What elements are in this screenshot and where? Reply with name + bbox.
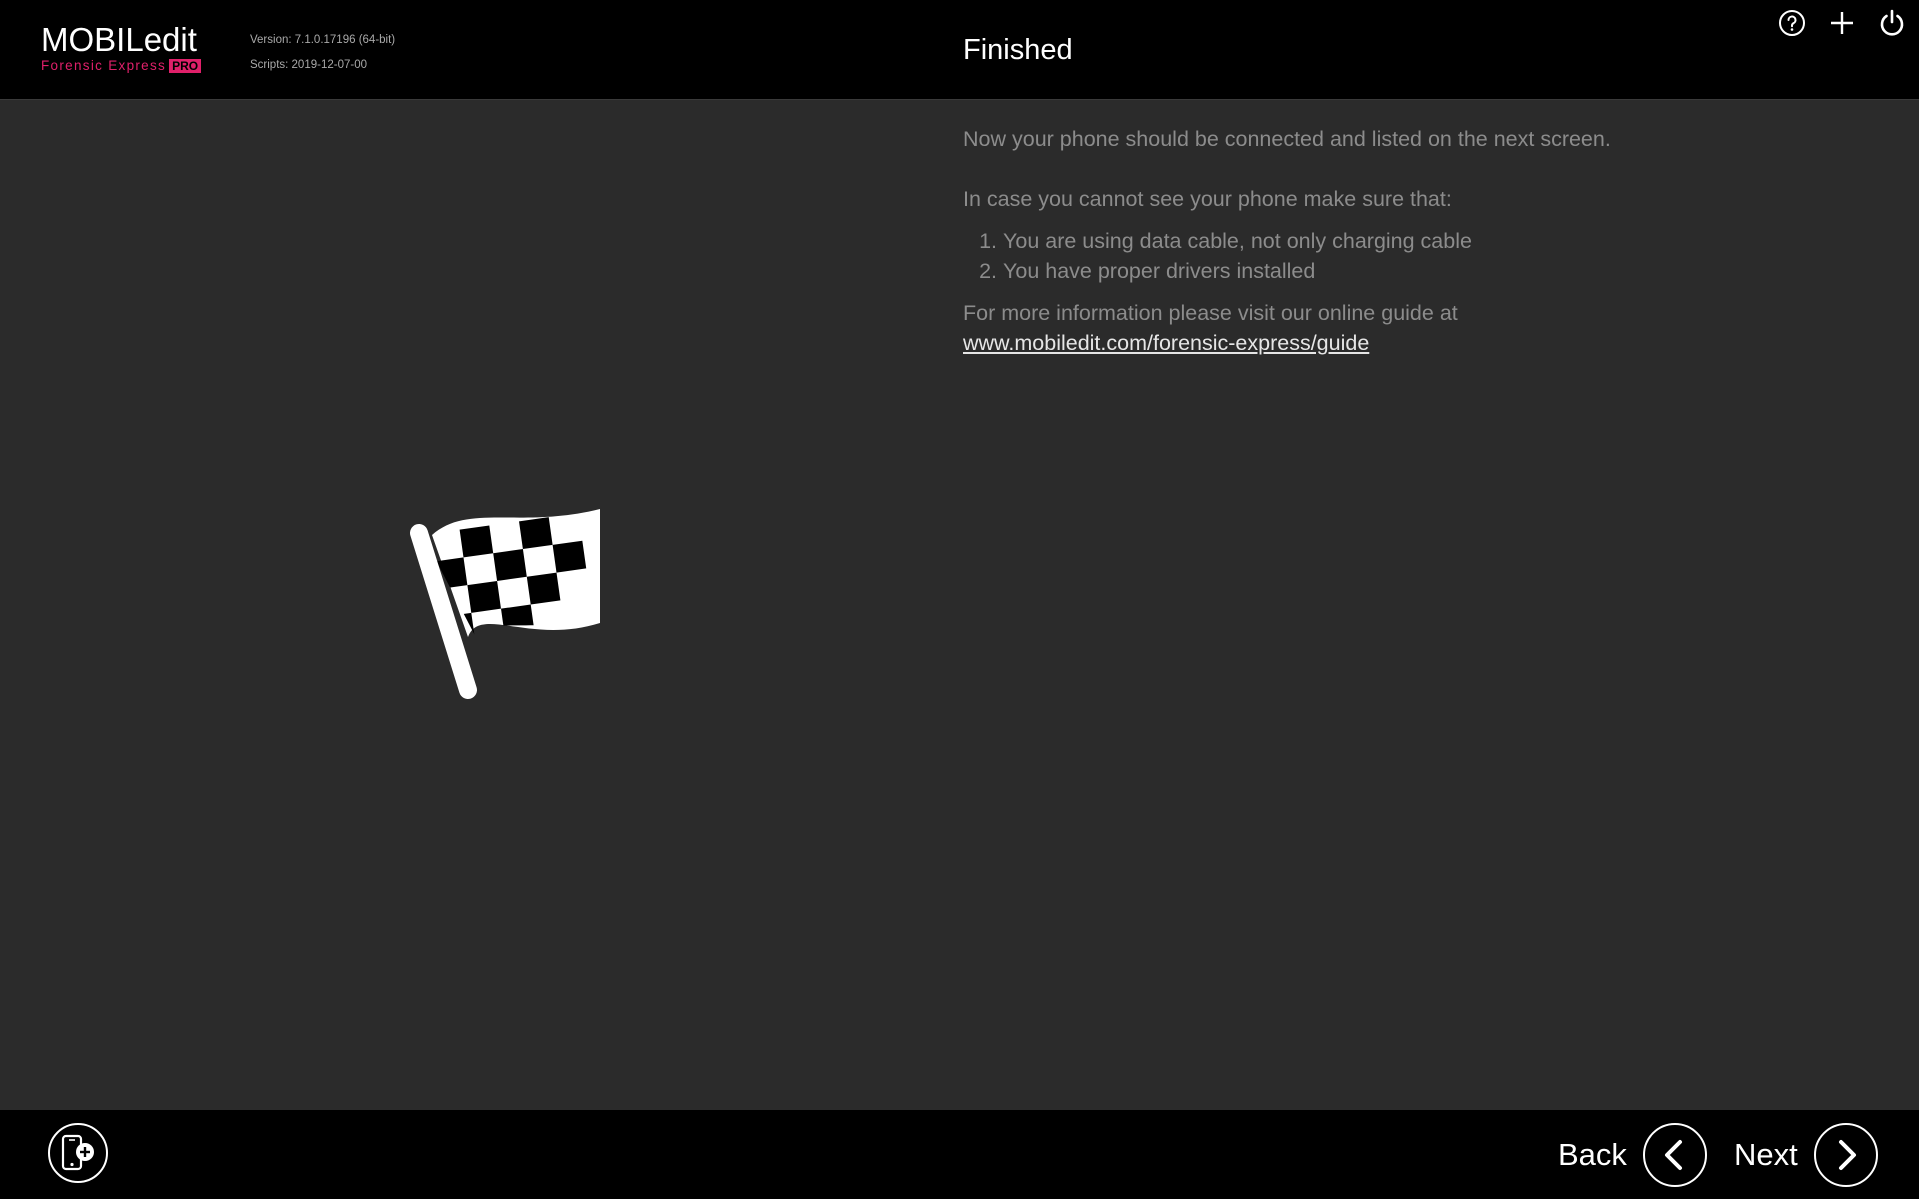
intro-text: Now your phone should be connected and l… xyxy=(963,127,1611,151)
logo-subtitle: Forensic Express xyxy=(41,58,167,73)
checklist: You are using data cable, not only charg… xyxy=(963,226,1863,286)
window-controls xyxy=(1775,6,1909,40)
version-info: Version: 7.1.0.17196 (64-bit) Scripts: 2… xyxy=(250,28,395,78)
header-bar: MOBILedit Forensic Express PRO Version: … xyxy=(0,0,1919,100)
next-label: Next xyxy=(1734,1137,1798,1172)
footer-bar: Back Next xyxy=(0,1110,1919,1199)
checkered-flag-icon xyxy=(410,505,610,710)
logo-pro-badge: PRO xyxy=(169,59,202,73)
logo-title: MOBILedit xyxy=(41,21,197,58)
logo-subtitle-row: Forensic Express PRO xyxy=(41,58,202,74)
back-button[interactable]: Back xyxy=(1558,1123,1707,1187)
chevron-right-icon xyxy=(1813,1123,1878,1187)
help-icon[interactable] xyxy=(1775,6,1809,40)
checklist-item: You are using data cable, not only charg… xyxy=(1003,226,1863,256)
scripts-text: Scripts: 2019-12-07-00 xyxy=(250,59,367,71)
back-label: Back xyxy=(1558,1137,1627,1172)
more-info-text: For more information please visit our on… xyxy=(963,301,1458,325)
add-device-icon xyxy=(61,1134,94,1171)
checklist-item: You have proper drivers installed xyxy=(1003,256,1863,286)
minimize-icon[interactable] xyxy=(1825,6,1859,40)
next-button[interactable]: Next xyxy=(1734,1123,1878,1187)
instructions-panel: Now your phone should be connected and l… xyxy=(963,124,1863,358)
page-title: Finished xyxy=(963,34,1073,66)
guide-link[interactable]: www.mobiledit.com/forensic-express/guide xyxy=(963,331,1369,355)
app-logo: MOBILedit Forensic Express PRO xyxy=(41,21,202,74)
power-icon[interactable] xyxy=(1875,6,1909,40)
checklist-heading: In case you cannot see your phone make s… xyxy=(963,187,1452,211)
add-device-button[interactable] xyxy=(48,1123,108,1183)
app-window: MOBILedit Forensic Express PRO Version: … xyxy=(0,0,1919,1199)
version-text: Version: 7.1.0.17196 (64-bit) xyxy=(250,34,396,46)
chevron-left-icon xyxy=(1642,1123,1707,1187)
